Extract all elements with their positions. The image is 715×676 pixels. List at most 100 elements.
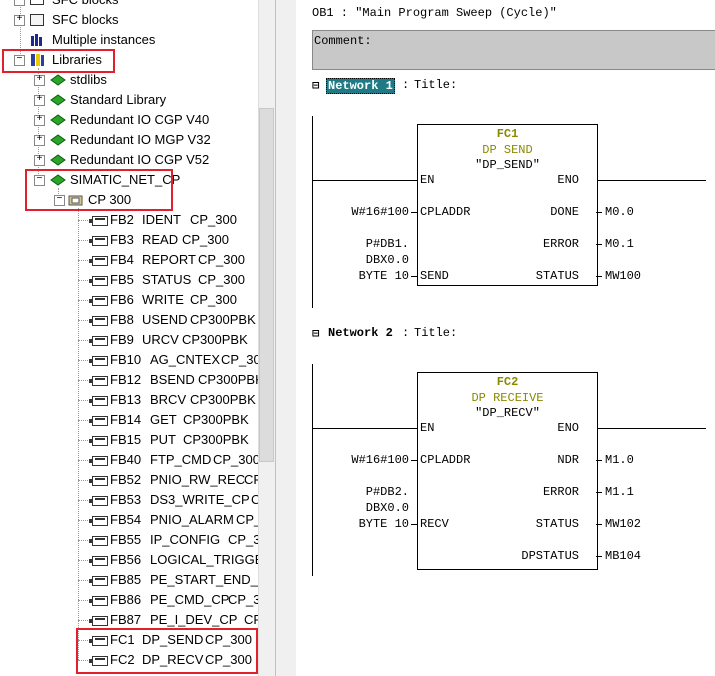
tree-item-sfc-blocks[interactable]: + SFC blocks — [14, 10, 254, 30]
ladder-editor[interactable]: OB1 : "Main Program Sweep (Cycle)" Comme… — [296, 0, 715, 676]
param-recv-value-2[interactable]: DBX0.0 — [366, 501, 409, 515]
network-toggle-icon[interactable]: ⊟ — [312, 78, 319, 93]
tree-block-item[interactable]: FB9 URCV CP300PBK — [78, 330, 258, 350]
network-2-title[interactable]: Title: — [414, 326, 457, 340]
tree-item-multiple-instances[interactable]: Multiple instances — [14, 30, 254, 50]
tree-block-item[interactable]: FB86 PE_CMD_CP CP_3 — [78, 590, 258, 610]
pin-cpladdr: CPLADDR — [420, 205, 471, 219]
tree-block-item[interactable]: FB55 IP_CONFIG CP_30 — [78, 530, 258, 550]
block-name: PUT — [150, 432, 176, 447]
tree-connector — [78, 220, 88, 221]
param-error-value[interactable]: M0.1 — [605, 237, 634, 251]
block-family: CP_ — [236, 512, 258, 527]
tree-block-item[interactable]: FB87 PE_I_DEV_CP CP_3 — [78, 610, 258, 630]
param-error-value[interactable]: M1.1 — [605, 485, 634, 499]
network-2-label[interactable]: Network 2 — [328, 326, 393, 340]
library-book-icon — [50, 133, 66, 147]
block-number: FB14 — [110, 412, 142, 427]
tree-item-redundant-io-mgp-v32[interactable]: + Redundant IO MGP V32 — [34, 130, 254, 150]
block-family: CP_3 — [228, 592, 258, 607]
param-send-value-1[interactable]: P#DB1. — [366, 237, 409, 251]
tree-block-item[interactable]: FB85 PE_START_END_CP — [78, 570, 258, 590]
fc1-name: FC1 — [496, 127, 519, 141]
tree-item-standard-library[interactable]: + Standard Library — [34, 90, 254, 110]
tree-block-item[interactable]: FB15 PUT CP300PBK — [78, 430, 258, 450]
expand-icon[interactable]: + — [34, 135, 45, 146]
param-cpladdr-value[interactable]: W#16#100 — [351, 453, 409, 467]
function-block-icon — [89, 416, 108, 426]
tree-connector — [78, 560, 88, 561]
fc2-symbol: "DP_RECV" — [475, 406, 540, 420]
param-send-value-3[interactable]: BYTE 10 — [359, 269, 409, 283]
tree-block-item[interactable]: FB3 READ CP_300 — [78, 230, 258, 250]
tree-block-item[interactable]: FB8 USEND CP300PBK — [78, 310, 258, 330]
block-name: URCV — [142, 332, 179, 347]
tree-scrollbar-thumb[interactable] — [259, 108, 274, 462]
block-name: BSEND — [150, 372, 195, 387]
function-block-icon — [89, 496, 108, 506]
function-block-icon — [89, 316, 108, 326]
param-recv-value-1[interactable]: P#DB2. — [366, 485, 409, 499]
tree-item-redundant-io-cgp-v52[interactable]: + Redundant IO CGP V52 — [34, 150, 254, 170]
tree-block-item[interactable]: FB54 PNIO_ALARMCP_ — [78, 510, 258, 530]
expand-icon[interactable]: + — [34, 155, 45, 166]
param-send-value-2[interactable]: DBX0.0 — [366, 253, 409, 267]
block-name: PNIO_ALARM — [150, 512, 234, 527]
tree-connector — [78, 620, 88, 621]
block-name: PE_I_DEV_CP — [150, 612, 238, 627]
expand-icon[interactable]: + — [34, 95, 45, 106]
param-cpladdr-value[interactable]: W#16#100 — [351, 205, 409, 219]
expand-icon[interactable]: + — [34, 115, 45, 126]
power-rail — [312, 116, 313, 308]
block-number: FB56 — [110, 552, 142, 567]
tree-connector — [78, 280, 88, 281]
function-block-icon — [89, 336, 108, 346]
block-number: FB13 — [110, 392, 142, 407]
tree-block-item[interactable]: FB12 BSEND CP300PBK — [78, 370, 258, 390]
tree-item-redundant-io-cgp-v40[interactable]: + Redundant IO CGP V40 — [34, 110, 254, 130]
network-1-title[interactable]: Title: — [414, 78, 457, 92]
block-name: LOGICAL_TRIGGER — [150, 552, 258, 567]
tree-block-item[interactable]: FB2 IDENT CP_300 — [78, 210, 258, 230]
tree-block-item[interactable]: FB4 REPORT CP_300 — [78, 250, 258, 270]
block-family: CP300PBK — [198, 372, 258, 387]
fc2-box[interactable]: FC2 DP RECEIVE "DP_RECV" EN CPLADDR RECV… — [417, 372, 598, 570]
tree-block-item[interactable]: FB5 STATUS CP_300 — [78, 270, 258, 290]
tree-block-item[interactable]: FB56 LOGICAL_TRIGGER — [78, 550, 258, 570]
tree-block-item[interactable]: FB14 GET CP300PBK — [78, 410, 258, 430]
block-number: FB86 — [110, 592, 142, 607]
tree-block-item[interactable]: FB52 PNIO_RW_REC CP — [78, 470, 258, 490]
param-done-value[interactable]: M0.0 — [605, 205, 634, 219]
tree-item-stdlibs[interactable]: + stdlibs — [34, 70, 254, 90]
tree-connector — [78, 500, 88, 501]
expand-icon[interactable]: + — [14, 15, 25, 26]
comment-box[interactable]: Comment: — [312, 30, 715, 70]
param-ndr-value[interactable]: M1.0 — [605, 453, 634, 467]
network-toggle-icon[interactable]: ⊟ — [312, 326, 319, 341]
block-family: CP_300 — [190, 212, 237, 227]
tree-block-item[interactable]: FB10 AG_CNTEX CP_30 — [78, 350, 258, 370]
tree-connector — [78, 260, 88, 261]
tree-block-item[interactable]: FB53 DS3_WRITE_CPCP — [78, 490, 258, 510]
tree-item[interactable]: + SFC blocks — [14, 0, 254, 10]
block-number: FB52 — [110, 472, 142, 487]
param-status-value[interactable]: MW100 — [605, 269, 641, 283]
param-dpstatus-value[interactable]: MB104 — [605, 549, 641, 563]
project-tree[interactable]: + SFC blocks + SFC blocks Multiple insta… — [0, 0, 258, 676]
tree-block-item[interactable]: FB13 BRCV CP300PBK — [78, 390, 258, 410]
param-status-value[interactable]: MW102 — [605, 517, 641, 531]
pin-send: SEND — [420, 269, 449, 283]
tree-connector — [78, 340, 88, 341]
tree-block-item[interactable]: FB6 WRITE CP_300 — [78, 290, 258, 310]
block-family: CP_30 — [228, 532, 258, 547]
multi-instance-icon — [30, 33, 46, 47]
param-recv-value-3[interactable]: BYTE 10 — [359, 517, 409, 531]
block-family: CP_3 — [244, 612, 258, 627]
network-1-label[interactable]: Network 1 — [326, 78, 395, 94]
block-name: USEND — [142, 312, 188, 327]
tree-connector — [78, 360, 88, 361]
pane-splitter[interactable] — [275, 0, 297, 676]
expand-icon[interactable]: + — [34, 75, 45, 86]
fc1-box[interactable]: FC1 DP SEND "DP_SEND" EN CPLADDR SEND EN… — [417, 124, 598, 286]
tree-block-item[interactable]: FB40 FTP_CMD CP_300 — [78, 450, 258, 470]
